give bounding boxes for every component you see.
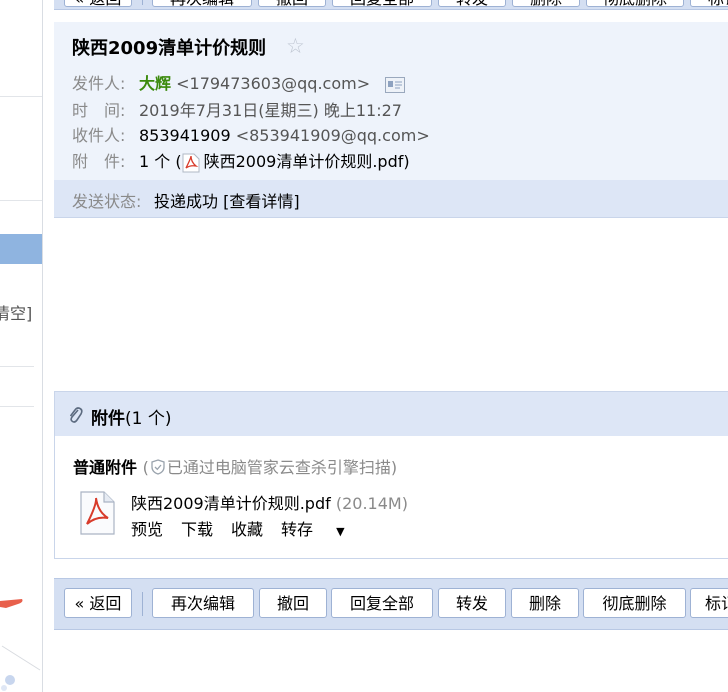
time-row: 时 间: 2019年7月31日(星期三) 晚上11:27 (72, 97, 402, 121)
attachment-total: (1 个) (125, 409, 172, 429)
sidebar-divider (0, 200, 42, 201)
delivery-status-bar: 发送状态: 投递成功 [查看详情] (54, 180, 728, 218)
chevron-down-icon: ▼ (336, 525, 345, 538)
recipient-label: 收件人: (72, 126, 126, 145)
pdf-icon (182, 153, 200, 172)
recipient-row: 收件人: 853941909 <853941909@qq.com> (72, 122, 430, 146)
favorite-link[interactable]: 收藏 (231, 520, 263, 539)
delete-forever-button[interactable]: 彻底删除 (583, 588, 686, 618)
mail-header: 陕西2009清单计价规则 ☆ 发件人: 大辉 <179473603@qq.com>… (54, 22, 728, 180)
sender-email: <179473603@qq.com> (176, 74, 371, 93)
save-to-label: 转存 (281, 520, 314, 539)
attachment-panel-header: 附件(1 个) (55, 392, 728, 436)
mark-button[interactable]: 标记 (690, 0, 728, 7)
attachment-file: 陕西2009清单计价规则.pdf (20.14M) (131, 490, 408, 514)
reedit-button[interactable]: 再次编辑 (152, 0, 252, 7)
pdf-file-icon[interactable] (77, 490, 117, 536)
attachment-title: 附件 (91, 409, 125, 429)
attachment-link[interactable]: 陕西2009清单计价规则.pdf (204, 152, 404, 171)
delete-button[interactable]: 删除 (512, 0, 580, 7)
attachment-actions: 预览 下载 收藏 转存 ▼ (131, 516, 363, 540)
attachment-panel: 附件(1 个) 普通附件 ( 已通过电脑管家云查杀引擎扫描) 陕西2009清单计… (54, 391, 728, 559)
forward-button[interactable]: 转发 (438, 0, 506, 7)
status-detail-link[interactable]: [查看详情] (223, 192, 300, 211)
sidebar-divider (0, 406, 34, 407)
status-label: 发送状态: (72, 192, 142, 211)
save-to-link[interactable]: 转存 ▼ (281, 520, 363, 539)
attachment-close: ) (403, 152, 410, 171)
normal-attachment-label: 普通附件 (73, 458, 138, 477)
time-value: 2019年7月31日(星期三) 晚上11:27 (139, 101, 402, 120)
toolbar-separator (142, 0, 143, 5)
sender-label: 发件人: (72, 74, 126, 93)
attachment-label: 附 件: (72, 152, 126, 171)
mail-subject: 陕西2009清单计价规则 (72, 38, 267, 59)
shield-icon (151, 459, 165, 475)
star-icon[interactable]: ☆ (286, 34, 305, 58)
contact-card-icon[interactable] (385, 76, 406, 93)
recipient-name[interactable]: 853941909 (139, 126, 231, 145)
scan-close: ) (390, 458, 398, 477)
scan-open: ( (142, 458, 149, 477)
delete-button[interactable]: 删除 (511, 588, 579, 618)
paperclip-icon (69, 407, 83, 423)
folder-sidebar: 清空] (0, 0, 43, 692)
attachment-count: 1 个 ( (139, 152, 182, 171)
attachment-row: 附 件: 1 个 ( 陕西2009清单计价规则.pdf) (72, 148, 410, 173)
scan-note: 已通过电脑管家云查杀引擎扫描 (166, 458, 391, 477)
status-value: 投递成功 (154, 192, 219, 211)
normal-attachment-row: 普通附件 ( 已通过电脑管家云查杀引擎扫描) (73, 454, 397, 478)
sidebar-selected-item[interactable] (0, 234, 42, 264)
sidebar-divider (0, 366, 34, 367)
clear-folder-link[interactable]: 清空] (0, 300, 32, 324)
reply-all-button[interactable]: 回复全部 (332, 0, 432, 7)
decoration-graphic (0, 599, 23, 608)
bottom-toolbar: « 返回 再次编辑 撤回 回复全部 转发 删除 彻底删除 标记 (54, 578, 728, 630)
forward-button[interactable]: 转发 (438, 588, 506, 618)
top-toolbar: « 返回 再次编辑 撤回 回复全部 转发 删除 彻底删除 标记 (54, 0, 728, 10)
reply-all-button[interactable]: 回复全部 (331, 588, 433, 618)
decoration-graphic (1, 645, 41, 691)
recall-button[interactable]: 撤回 (259, 588, 327, 618)
toolbar-separator (142, 592, 143, 616)
mark-button[interactable]: 标记 (690, 588, 728, 618)
preview-link[interactable]: 预览 (131, 520, 163, 539)
download-link[interactable]: 下载 (181, 520, 213, 539)
time-label: 时 间: (72, 101, 126, 120)
recipient-email: <853941909@qq.com> (235, 126, 430, 145)
sender-name[interactable]: 大辉 (139, 74, 171, 93)
attachment-file-size: (20.14M) (335, 494, 408, 513)
back-button[interactable]: « 返回 (64, 588, 132, 618)
sender-row: 发件人: 大辉 <179473603@qq.com> (72, 70, 406, 94)
attachment-panel-body: 普通附件 ( 已通过电脑管家云查杀引擎扫描) 陕西2009清单计价规则.pdf … (55, 436, 728, 558)
recall-button[interactable]: 撤回 (258, 0, 326, 7)
scan-note-row: ( 已通过电脑管家云查杀引擎扫描) (143, 458, 398, 477)
attachment-panel-title: 附件(1 个) (91, 404, 171, 429)
back-button[interactable]: « 返回 (64, 0, 132, 7)
sidebar-divider (0, 96, 42, 97)
attachment-file-name[interactable]: 陕西2009清单计价规则.pdf (131, 494, 331, 513)
delete-forever-button[interactable]: 彻底删除 (586, 0, 684, 7)
reedit-button[interactable]: 再次编辑 (152, 588, 254, 618)
status-value-row: 投递成功 [查看详情] (154, 188, 300, 212)
